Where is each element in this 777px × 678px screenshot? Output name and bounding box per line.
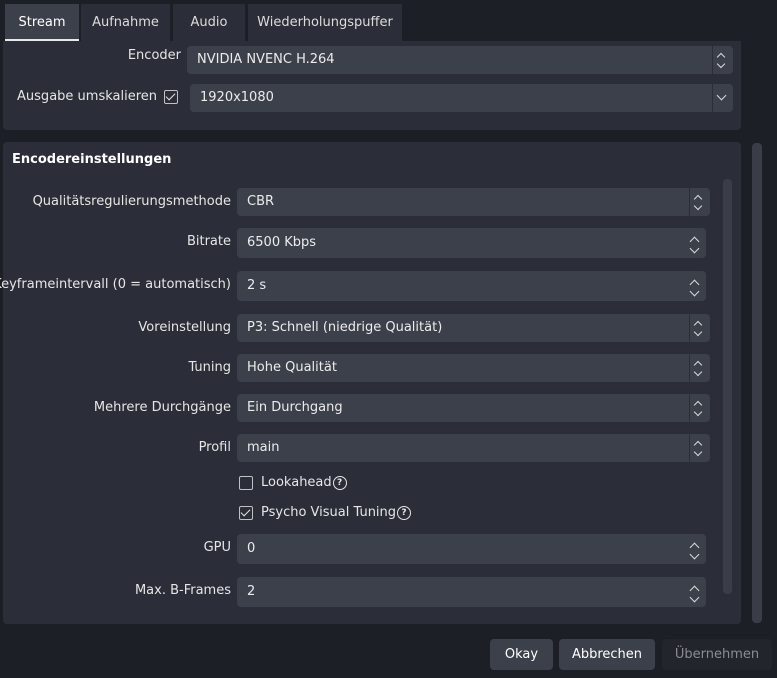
bframes-label: Max. B-Frames (134, 583, 231, 598)
encoder-label: Encoder (127, 48, 181, 63)
bitrate-value: 6500 Kbps (247, 235, 317, 250)
tuning-label: Tuning (188, 360, 231, 375)
apply-button[interactable]: Übernehmen (662, 639, 772, 670)
output-panel: Encoder NVIDIA NVENC H.264 Ausgabe umska… (3, 41, 741, 130)
help-icon[interactable]: ? (332, 475, 347, 490)
top-scroll-gutter (765, 0, 775, 40)
rate-control-value: CBR (247, 194, 275, 209)
encoder-settings-panel: Encodereinstellungen Qualitätsregulierun… (0, 142, 741, 624)
profile-value: main (247, 440, 280, 455)
spin-down-icon[interactable] (689, 592, 700, 603)
tuning-value: Hohe Qualität (247, 360, 337, 375)
checkbox-tick-icon (165, 90, 176, 101)
tuning-select[interactable]: Hohe Qualität (237, 354, 710, 382)
rescale-resolution-select[interactable]: 1920x1080 (190, 84, 733, 112)
scrollbar-thumb[interactable] (752, 143, 762, 623)
updown-icon (689, 354, 710, 382)
spin-down-icon[interactable] (689, 549, 700, 560)
preset-value: P3: Schnell (niedrige Qualität) (247, 320, 443, 335)
preset-select[interactable]: P3: Schnell (niedrige Qualität) (237, 314, 710, 342)
multipass-label: Mehrere Durchgänge (93, 400, 231, 415)
updown-icon (712, 46, 733, 74)
keyframe-value: 2 s (247, 278, 267, 293)
lookahead-label: Lookahead? (261, 475, 347, 490)
psycho-visual-label: Psycho Visual Tuning? (261, 505, 412, 520)
rescale-value: 1920x1080 (200, 90, 274, 105)
psycho-visual-checkbox[interactable] (239, 506, 253, 520)
encoder-value: NVIDIA NVENC H.264 (197, 52, 335, 67)
inner-scrollbar[interactable] (723, 179, 732, 594)
chevron-down-icon (712, 84, 733, 112)
preset-label: Voreinstellung (138, 320, 231, 335)
keyframe-spinbox[interactable]: 2 s (237, 271, 706, 301)
gpu-label: GPU (203, 540, 231, 555)
multipass-value: Ein Durchgang (247, 400, 343, 415)
tab-audio[interactable]: Audio (173, 4, 245, 41)
keyframe-label: Keyframeintervall (0 = automatisch) (0, 277, 231, 292)
tab-aufnahme[interactable]: Aufnahme (81, 4, 170, 41)
updown-icon (689, 434, 710, 462)
help-icon[interactable]: ? (397, 505, 412, 520)
gpu-value: 0 (247, 541, 256, 556)
rate-control-label: Qualitätsregulierungsmethode (32, 194, 231, 209)
profile-label: Profil (198, 440, 231, 455)
multipass-select[interactable]: Ein Durchgang (237, 394, 710, 422)
gpu-spinbox[interactable]: 0 (237, 534, 706, 564)
spin-down-icon[interactable] (689, 243, 700, 254)
rescale-label: Ausgabe umskalieren (17, 89, 157, 104)
cancel-button[interactable]: Abbrechen (559, 639, 655, 670)
section-title: Encodereinstellungen (12, 152, 172, 167)
bitrate-spinbox[interactable]: 6500 Kbps (237, 228, 706, 258)
lookahead-checkbox[interactable] (239, 476, 253, 490)
okay-button[interactable]: Okay (490, 639, 553, 670)
checkbox-tick-icon (240, 506, 251, 517)
rate-control-select[interactable]: CBR (237, 188, 710, 216)
outer-scrollbar[interactable] (752, 143, 762, 623)
profile-select[interactable]: main (237, 434, 710, 462)
tab-stream[interactable]: Stream (5, 4, 79, 41)
bframes-value: 2 (247, 584, 256, 599)
tab-wiederholungspuffer[interactable]: Wiederholungspuffer (248, 4, 402, 41)
updown-icon (689, 314, 710, 342)
spin-down-icon[interactable] (689, 286, 700, 297)
updown-icon (689, 394, 710, 422)
bitrate-label: Bitrate (186, 234, 231, 249)
bframes-spinbox[interactable]: 2 (237, 577, 706, 607)
updown-icon (689, 188, 710, 216)
encoder-select[interactable]: NVIDIA NVENC H.264 (187, 46, 733, 74)
rescale-checkbox[interactable] (164, 90, 178, 104)
